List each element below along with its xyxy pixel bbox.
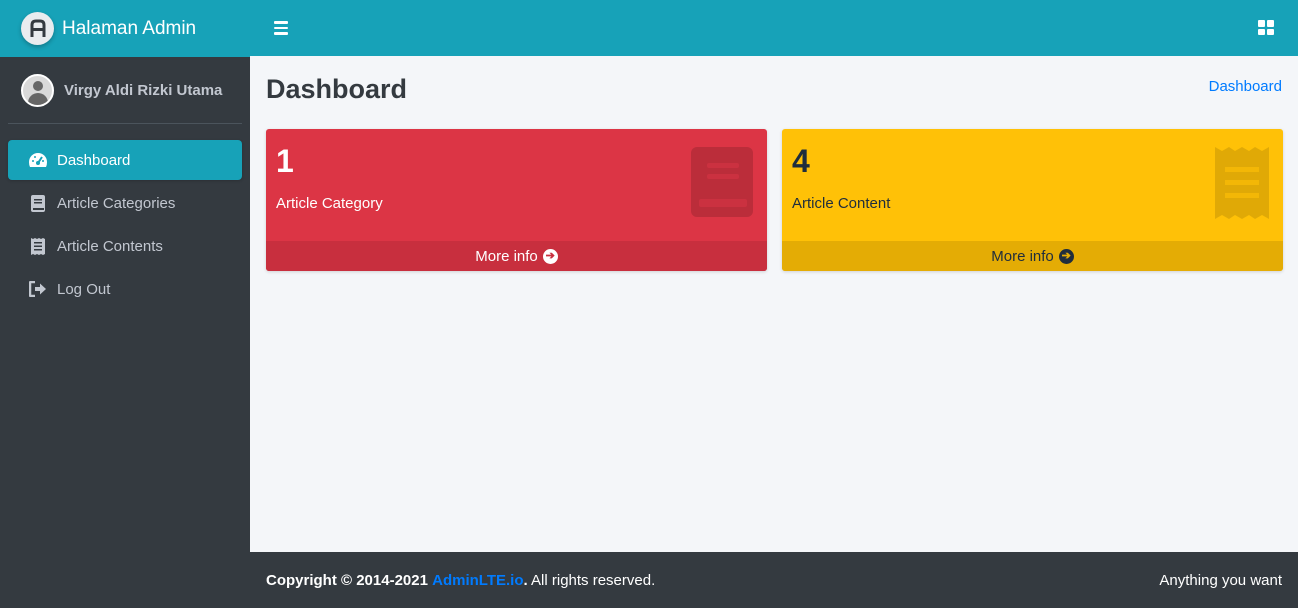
small-box-article-content: 4 Article Content More info ➔ bbox=[782, 129, 1283, 271]
sign-out-icon bbox=[27, 280, 49, 298]
avatar bbox=[21, 73, 54, 107]
page-title: Dashboard bbox=[266, 74, 408, 104]
sidebar-item-label: Log Out bbox=[57, 280, 111, 298]
sidebar-item-article-contents[interactable]: Article Contents bbox=[8, 226, 242, 266]
footer-copyright: Copyright © 2014-2021 AdminLTE.io. All r… bbox=[266, 572, 655, 589]
copyright-suffix: All rights reserved. bbox=[527, 571, 656, 589]
card-value: 4 bbox=[792, 143, 810, 179]
brand-link[interactable]: Halaman Admin bbox=[0, 0, 250, 57]
sidebar: Halaman Admin Virgy Aldi Rizki Utama Das… bbox=[0, 0, 250, 608]
menu-toggle-icon[interactable] bbox=[274, 21, 288, 35]
tachometer-icon bbox=[27, 151, 49, 169]
sidebar-item-dashboard[interactable]: Dashboard bbox=[8, 140, 242, 180]
receipt-icon bbox=[1215, 147, 1269, 224]
more-info-label: More info bbox=[991, 247, 1054, 265]
arrow-circle-right-icon: ➔ bbox=[542, 248, 558, 264]
sidebar-nav: Dashboard Article Categories Article Con… bbox=[0, 140, 250, 309]
copyright-text: Copyright © 2014-2021 bbox=[266, 571, 428, 589]
small-box-article-category: 1 Article Category More info ➔ bbox=[266, 129, 767, 271]
card-label: Article Category bbox=[276, 195, 383, 212]
card-value: 1 bbox=[276, 143, 294, 179]
sidebar-item-label: Article Categories bbox=[57, 194, 176, 212]
arrow-circle-right-icon: ➔ bbox=[1058, 248, 1074, 264]
adminlte-link[interactable]: AdminLTE.io bbox=[432, 572, 523, 589]
more-info-link[interactable]: More info ➔ bbox=[782, 241, 1283, 271]
book-icon bbox=[691, 147, 753, 224]
sidebar-item-log-out[interactable]: Log Out bbox=[8, 269, 242, 309]
sidebar-item-article-categories[interactable]: Article Categories bbox=[8, 183, 242, 223]
top-navbar bbox=[250, 0, 1298, 56]
user-panel[interactable]: Virgy Aldi Rizki Utama bbox=[8, 57, 242, 124]
footer-right-text: Anything you want bbox=[1159, 571, 1282, 589]
sidebar-item-label: Dashboard bbox=[57, 151, 131, 169]
more-info-label: More info bbox=[475, 247, 538, 265]
book-icon bbox=[27, 194, 49, 212]
control-sidebar-icon[interactable] bbox=[1258, 20, 1274, 35]
receipt-icon bbox=[27, 237, 49, 255]
brand-name: Halaman Admin bbox=[62, 17, 197, 39]
content-wrapper: Dashboard Dashboard 1 Article Category M… bbox=[250, 56, 1298, 552]
user-name[interactable]: Virgy Aldi Rizki Utama bbox=[64, 82, 222, 99]
breadcrumb[interactable]: Dashboard bbox=[1209, 78, 1282, 95]
sidebar-item-label: Article Contents bbox=[57, 237, 163, 255]
card-label: Article Content bbox=[792, 195, 891, 212]
main-footer: Copyright © 2014-2021 AdminLTE.io. All r… bbox=[250, 552, 1298, 608]
more-info-link[interactable]: More info ➔ bbox=[266, 241, 767, 271]
brand-logo-icon bbox=[21, 12, 54, 45]
